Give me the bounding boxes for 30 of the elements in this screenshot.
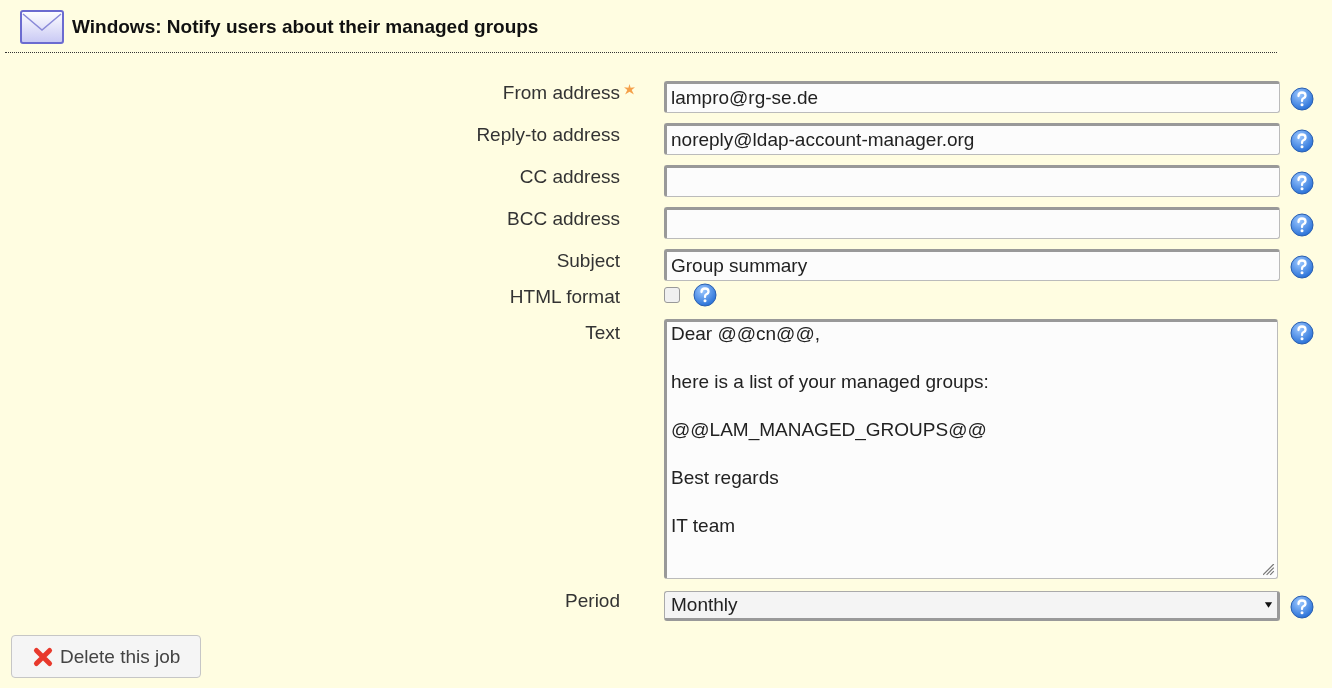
help-icon[interactable]: [1290, 171, 1314, 195]
field-label: Subject: [556, 249, 620, 273]
field-label: HTML format: [509, 285, 620, 309]
delete-job-button[interactable]: Delete this job: [11, 635, 202, 678]
field-label: Reply-to address: [476, 123, 620, 147]
field-label: From address: [502, 81, 620, 105]
help-icon[interactable]: [1290, 321, 1314, 345]
help-icon[interactable]: [1290, 595, 1314, 619]
help-icon[interactable]: [1290, 213, 1314, 237]
help-icon[interactable]: [1290, 129, 1314, 153]
text-input-field[interactable]: [664, 207, 1280, 239]
field-label: Text: [585, 321, 620, 345]
section-title: Windows: Notify users about their managed groups: [72, 16, 539, 38]
text-area-field[interactable]: Dear @@cn@@, here is a list of your managed groups: @@LAM_MANAGED_GROUPS@@ Best regards IT team: [664, 319, 1278, 579]
envelope-icon: [20, 10, 64, 44]
field-label: BCC address: [507, 207, 620, 231]
field-label: CC address: [519, 165, 620, 189]
field-label: Period: [565, 589, 620, 613]
resize-grip-icon[interactable]: [1263, 564, 1275, 576]
text-input-field[interactable]: Group summary: [664, 249, 1280, 281]
help-icon[interactable]: [1290, 255, 1314, 279]
text-input-field[interactable]: [664, 165, 1280, 197]
checkbox[interactable]: [664, 287, 680, 303]
text-input-field[interactable]: noreply@ldap-account-manager.org: [664, 123, 1280, 155]
delete-x-icon: [32, 645, 54, 668]
period-dropdown[interactable]: Monthly: [664, 591, 1280, 621]
help-icon[interactable]: [693, 283, 717, 307]
caret-icon: [1264, 602, 1273, 608]
text-input-field[interactable]: lampro@rg-se.de: [664, 81, 1280, 113]
help-icon[interactable]: [1290, 87, 1314, 111]
